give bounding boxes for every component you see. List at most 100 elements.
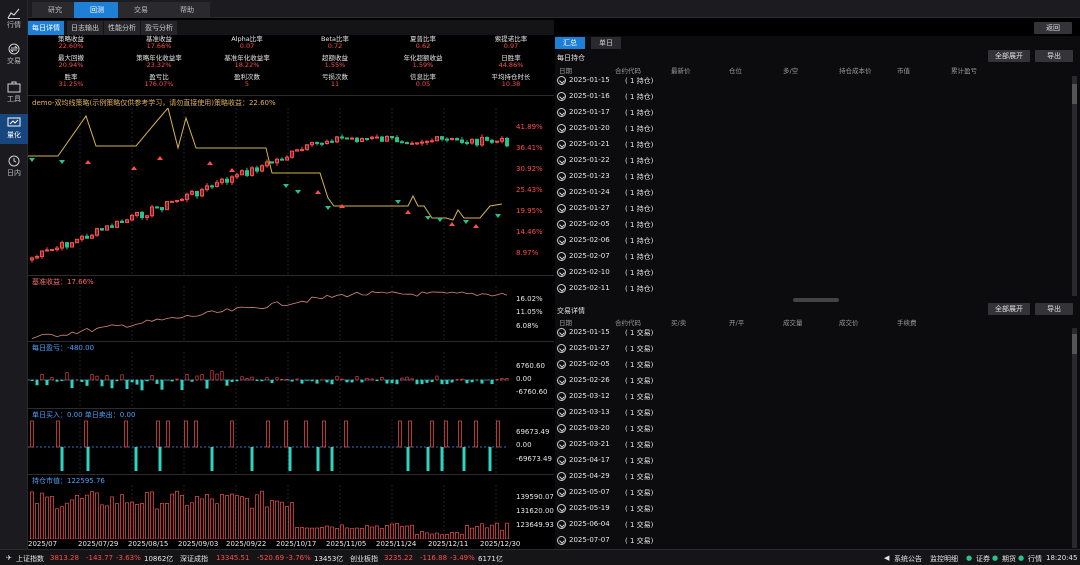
chevron-down-icon[interactable] [557, 188, 566, 197]
tab-backtest[interactable]: 回测 [74, 2, 120, 18]
chevron-down-icon[interactable] [557, 172, 566, 181]
chevron-down-icon[interactable] [557, 236, 566, 245]
stat-item: 基准收益 17.66% [115, 35, 203, 50]
chevron-down-icon[interactable] [557, 520, 566, 529]
table-row[interactable]: 2025-01-17 ( 1 持仓) [555, 105, 1067, 121]
nav-quant[interactable]: 量化 [0, 114, 28, 144]
table-row[interactable]: 2025-07-07 ( 1 交易) [555, 533, 1067, 549]
position-bar [250, 507, 254, 539]
back-button[interactable]: 返回 [1034, 22, 1072, 34]
nav-trade[interactable]: 交易 [0, 40, 28, 70]
sell-amount-bar [316, 447, 320, 471]
table-row[interactable]: 2025-01-22 ( 1 持仓) [555, 153, 1067, 169]
chevron-down-icon[interactable] [557, 252, 566, 261]
chevron-down-icon[interactable] [557, 408, 566, 417]
chevron-down-icon[interactable] [557, 536, 566, 545]
table-row[interactable]: 2025-01-27 ( 1 交易) [555, 341, 1067, 357]
splitter-handle[interactable] [793, 298, 839, 302]
sell-amount-bar [288, 447, 292, 471]
table-row[interactable]: 2025-02-05 ( 1 持仓) [555, 217, 1067, 233]
table-row[interactable]: 2025-01-27 ( 1 持仓) [555, 201, 1067, 217]
position-bar [360, 528, 364, 539]
chevron-down-icon[interactable] [557, 440, 566, 449]
chevron-down-icon[interactable] [557, 376, 566, 385]
chevron-down-icon[interactable] [557, 472, 566, 481]
nav-tools[interactable]: 工具 [0, 78, 28, 108]
table-row[interactable]: 2025-02-10 ( 1 持仓) [555, 265, 1067, 281]
chevron-down-icon[interactable] [557, 424, 566, 433]
subtab-daily-detail[interactable]: 每日详情 [28, 21, 64, 35]
chevron-down-icon[interactable] [557, 284, 566, 293]
table-row[interactable]: 2025-01-24 ( 1 持仓) [555, 185, 1067, 201]
tab-trade[interactable]: 交易 [118, 2, 164, 18]
table-row[interactable]: 2025-01-21 ( 1 持仓) [555, 137, 1067, 153]
table-row[interactable]: 2025-03-13 ( 1 交易) [555, 405, 1067, 421]
holdings-export-button[interactable]: 导出 [1035, 50, 1073, 62]
table-row[interactable]: 2025-06-04 ( 1 交易) [555, 517, 1067, 533]
chevron-down-icon[interactable] [557, 504, 566, 513]
table-row[interactable]: 2025-01-23 ( 1 持仓) [555, 169, 1067, 185]
pin-icon[interactable]: ✈ [6, 554, 12, 562]
table-row[interactable]: 2025-02-06 ( 1 持仓) [555, 233, 1067, 249]
chevron-down-icon[interactable] [557, 220, 566, 229]
stats-grid: 策略收益 22.60% 基准收益 17.66% Alpha比率 0.07 Beta比率 0.7… [28, 35, 554, 94]
position-bar [450, 532, 454, 539]
row-count: ( 1 交易) [625, 457, 654, 465]
chevron-down-icon[interactable] [557, 344, 566, 353]
holdings-scrollbar[interactable] [1072, 76, 1077, 296]
subtab-performance[interactable]: 性能分析 [104, 21, 140, 35]
chevron-down-icon[interactable] [557, 108, 566, 117]
chevron-down-icon[interactable] [557, 488, 566, 497]
table-row[interactable]: 2025-03-12 ( 1 交易) [555, 389, 1067, 405]
chevron-down-icon[interactable] [557, 360, 566, 369]
chevron-down-icon[interactable] [557, 140, 566, 149]
system-notice-link[interactable]: 系统公告 [894, 554, 922, 564]
holdings-expand-all-button[interactable]: 全部展开 [988, 50, 1030, 62]
chevron-down-icon[interactable] [557, 392, 566, 401]
nav-market[interactable]: 行情 [0, 4, 28, 34]
monitor-detail-link[interactable]: 监控明细 [930, 554, 958, 564]
tab-single-day[interactable]: 单日 [591, 37, 621, 49]
stat-value: 1.55% [324, 61, 346, 70]
candle-body [380, 136, 384, 142]
position-bar [400, 526, 404, 539]
tab-summary[interactable]: 汇总 [555, 37, 585, 49]
table-row[interactable]: 2025-03-20 ( 1 交易) [555, 421, 1067, 437]
table-row[interactable]: 2025-01-16 ( 1 持仓) [555, 89, 1067, 105]
chevron-down-icon[interactable] [557, 156, 566, 165]
tab-help[interactable]: 帮助 [164, 2, 210, 18]
table-row[interactable]: 2025-01-15 ( 1 交易) [555, 325, 1067, 341]
row-date: 2025-03-21 [569, 440, 610, 448]
table-row[interactable]: 2025-05-19 ( 1 交易) [555, 501, 1067, 517]
daily-pnl-bar [290, 379, 294, 382]
position-bar [350, 528, 354, 539]
subtab-log-output[interactable]: 日志输出 [67, 21, 103, 35]
table-row[interactable]: 2025-02-07 ( 1 持仓) [555, 249, 1067, 265]
table-row[interactable]: 2025-03-21 ( 1 交易) [555, 437, 1067, 453]
trades-scrollbar[interactable] [1072, 328, 1077, 548]
table-row[interactable]: 2025-01-20 ( 1 持仓) [555, 121, 1067, 137]
chevron-down-icon[interactable] [557, 456, 566, 465]
table-row[interactable]: 2025-02-26 ( 1 交易) [555, 373, 1067, 389]
chevron-down-icon[interactable] [557, 124, 566, 133]
subtab-pnl-analysis[interactable]: 盈亏分析 [141, 21, 177, 35]
table-row[interactable]: 2025-04-29 ( 1 交易) [555, 469, 1067, 485]
table-row[interactable]: 2025-05-07 ( 1 交易) [555, 485, 1067, 501]
chevron-down-icon[interactable] [557, 92, 566, 101]
stat-item: 年化超额收益 1.59% [379, 54, 467, 69]
table-row[interactable]: 2025-04-17 ( 1 交易) [555, 453, 1067, 469]
table-row[interactable]: 2025-02-05 ( 1 交易) [555, 357, 1067, 373]
table-row[interactable]: 2025-01-15 ( 1 持仓) [555, 73, 1067, 89]
candle-body [420, 141, 424, 144]
trades-export-button[interactable]: 导出 [1035, 303, 1073, 315]
buy-amount-bar [194, 420, 198, 448]
table-row[interactable]: 2025-02-11 ( 1 持仓) [555, 281, 1067, 295]
trades-expand-all-button[interactable]: 全部展开 [988, 303, 1030, 315]
stat-value: 0.62 [415, 42, 431, 51]
tab-research[interactable]: 研究 [32, 2, 78, 18]
nav-intraday[interactable]: 日内 [0, 152, 28, 182]
chevron-down-icon[interactable] [557, 204, 566, 213]
chevron-down-icon[interactable] [557, 76, 566, 85]
chevron-down-icon[interactable] [557, 328, 566, 337]
chevron-down-icon[interactable] [557, 268, 566, 277]
